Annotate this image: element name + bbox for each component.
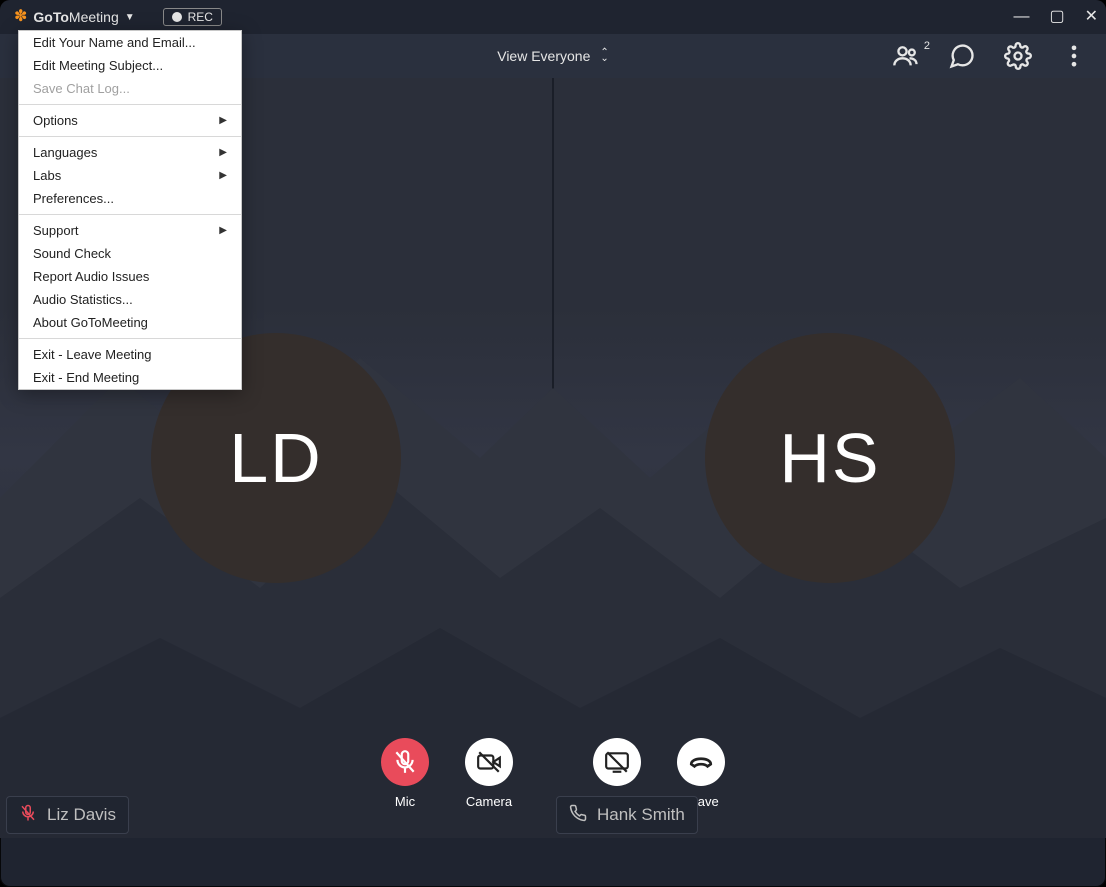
menu-exit-end[interactable]: Exit - End Meeting: [19, 366, 241, 389]
record-label: REC: [188, 10, 213, 24]
participants-button[interactable]: 2: [892, 42, 920, 70]
daisy-icon: ✽: [14, 9, 27, 25]
menu-separator: [19, 214, 241, 215]
people-icon: [892, 42, 920, 70]
participant-nameplate-2[interactable]: Hank Smith: [556, 796, 698, 834]
camera-button[interactable]: [465, 738, 513, 786]
mic-button[interactable]: [381, 738, 429, 786]
submenu-arrow-icon: ▶: [219, 170, 227, 181]
view-everyone-dropdown[interactable]: View Everyone ⌃⌄: [497, 48, 609, 64]
menu-separator: [19, 338, 241, 339]
participants-count: 2: [924, 40, 930, 52]
chat-button[interactable]: [948, 42, 976, 70]
hangup-icon: [688, 749, 714, 775]
menu-options[interactable]: Options▶: [19, 109, 241, 132]
menu-edit-name[interactable]: Edit Your Name and Email...: [19, 31, 241, 54]
menu-edit-subject[interactable]: Edit Meeting Subject...: [19, 54, 241, 77]
menu-preferences[interactable]: Preferences...: [19, 187, 241, 210]
maximize-button[interactable]: ▢: [1049, 9, 1064, 25]
menu-audio-stats[interactable]: Audio Statistics...: [19, 288, 241, 311]
participant-pane-2[interactable]: HS: [554, 78, 1106, 838]
app-window: ✽ GoToMeeting ▼ REC — ▢ ✕ View Everyone …: [0, 0, 1106, 887]
record-dot-icon: [172, 12, 182, 22]
menu-about[interactable]: About GoToMeeting: [19, 311, 241, 334]
participant-nameplate-1[interactable]: Liz Davis: [6, 796, 129, 834]
gear-icon: [1004, 42, 1032, 70]
settings-button[interactable]: [1004, 42, 1032, 70]
sort-icon: ⌃⌄: [600, 50, 608, 62]
camera-off-icon: [476, 749, 502, 775]
more-button[interactable]: [1060, 42, 1088, 70]
leave-button[interactable]: [677, 738, 725, 786]
app-menu-trigger[interactable]: ✽ GoToMeeting ▼: [0, 9, 143, 25]
mic-muted-icon: [19, 804, 37, 827]
participant-name: Hank Smith: [597, 805, 685, 825]
menu-sound-check[interactable]: Sound Check: [19, 242, 241, 265]
minimize-button[interactable]: —: [1013, 9, 1029, 25]
menu-report-audio[interactable]: Report Audio Issues: [19, 265, 241, 288]
screen-off-icon: [604, 749, 630, 775]
submenu-arrow-icon: ▶: [219, 115, 227, 126]
avatar: HS: [705, 333, 955, 583]
submenu-arrow-icon: ▶: [219, 147, 227, 158]
title-bar: ✽ GoToMeeting ▼ REC — ▢ ✕: [0, 0, 1106, 34]
participant-name: Liz Davis: [47, 805, 116, 825]
kebab-icon: [1060, 42, 1088, 70]
menu-save-chat: Save Chat Log...: [19, 77, 241, 100]
caret-down-icon: ▼: [125, 12, 135, 23]
camera-label: Camera: [466, 794, 512, 809]
menu-exit-leave[interactable]: Exit - Leave Meeting: [19, 343, 241, 366]
menu-languages[interactable]: Languages▶: [19, 141, 241, 164]
brand-text: GoToMeeting: [33, 9, 118, 25]
submenu-arrow-icon: ▶: [219, 225, 227, 236]
menu-support[interactable]: Support▶: [19, 219, 241, 242]
mic-label: Mic: [395, 794, 415, 809]
menu-labs[interactable]: Labs▶: [19, 164, 241, 187]
chat-icon: [948, 42, 976, 70]
close-button[interactable]: ✕: [1085, 9, 1098, 25]
window-controls: — ▢ ✕: [1013, 0, 1098, 34]
app-dropdown-menu: Edit Your Name and Email... Edit Meeting…: [18, 30, 242, 390]
menu-separator: [19, 136, 241, 137]
phone-icon: [569, 804, 587, 827]
menu-separator: [19, 104, 241, 105]
record-button[interactable]: REC: [163, 8, 222, 26]
mic-muted-icon: [392, 749, 418, 775]
screen-button[interactable]: [593, 738, 641, 786]
